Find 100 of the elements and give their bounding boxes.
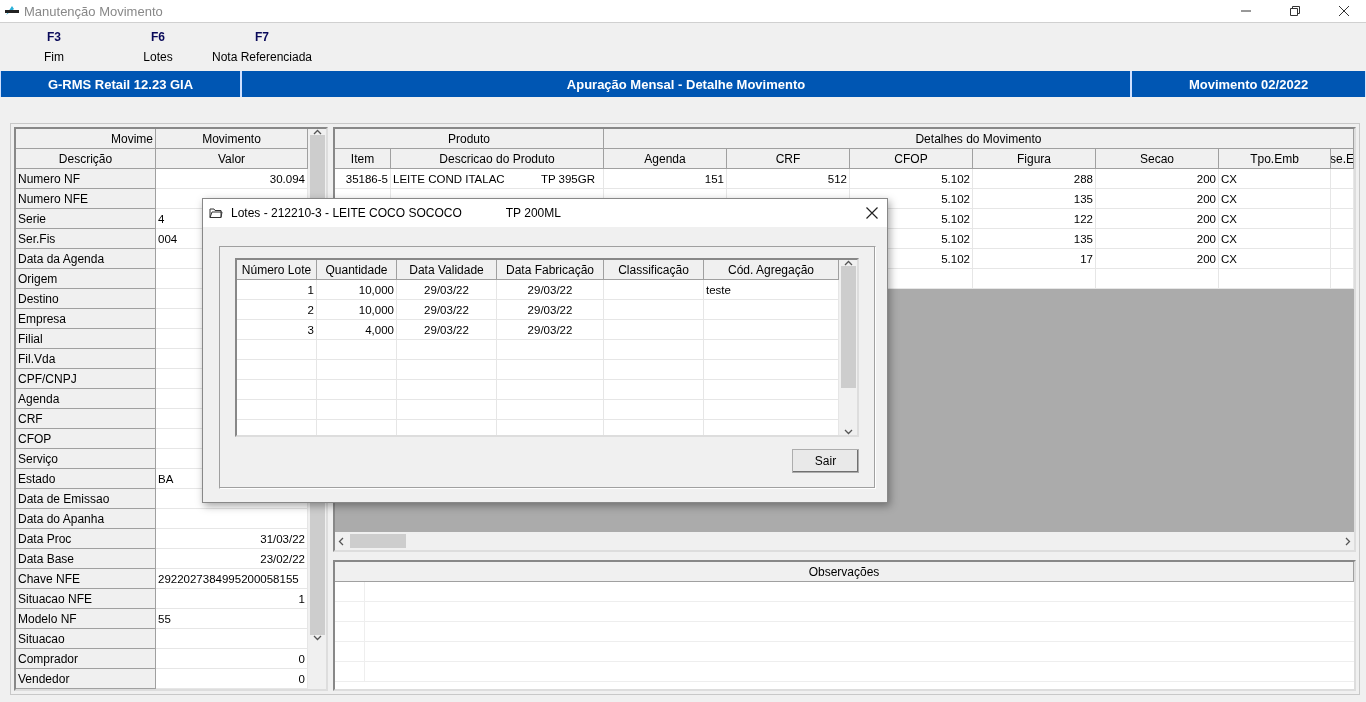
row-label: Situacao xyxy=(16,629,156,649)
toolbar-button[interactable]: F7 Nota Referenciada xyxy=(210,29,314,64)
column-header[interactable]: Item xyxy=(335,149,391,169)
table-cell: 29/03/22 xyxy=(497,300,604,320)
row-label: Estado xyxy=(16,469,156,489)
row-label: Data de Emissao xyxy=(16,489,156,509)
table-cell: CX xyxy=(1219,229,1331,249)
table-cell: 35186-5 xyxy=(335,169,391,189)
restore-icon[interactable] xyxy=(1289,6,1300,16)
column-header[interactable]: Figura xyxy=(973,149,1096,169)
row-label: Chave NFE xyxy=(16,569,156,589)
exit-button[interactable]: Sair xyxy=(792,449,859,473)
column-header[interactable]: se.E xyxy=(1331,149,1354,169)
table-cell: 288 xyxy=(973,169,1096,189)
table-cell: 200 xyxy=(1096,189,1219,209)
toolbar-button[interactable]: F6 Lotes xyxy=(106,29,210,64)
row-label: Data Proc xyxy=(16,529,156,549)
column-group-header: Produto xyxy=(335,129,604,149)
table-cell: 55 xyxy=(156,609,308,629)
column-header[interactable]: Cód. Agregação xyxy=(704,260,839,280)
table-cell: 30.094 xyxy=(156,169,308,189)
row-label: Data da Agenda xyxy=(16,249,156,269)
scroll-down-icon[interactable] xyxy=(312,635,322,641)
table-cell xyxy=(1331,209,1354,229)
period-label: Movimento 02/2022 xyxy=(1131,71,1366,97)
column-header[interactable]: CRF xyxy=(727,149,850,169)
row-label: Empresa xyxy=(16,309,156,329)
row-label: Situacao NFE xyxy=(16,589,156,609)
row-label: Data do Apanha xyxy=(16,509,156,529)
table-cell: 29/03/22 xyxy=(497,320,604,340)
table-cell: 17 xyxy=(973,249,1096,269)
column-header[interactable]: Número Lote xyxy=(237,260,317,280)
row-label: Ser.Fis xyxy=(16,229,156,249)
table-cell: teste xyxy=(704,280,839,300)
product-description: LEITE COND ITALAC xyxy=(393,172,505,185)
column-header[interactable]: Tpo.Emb xyxy=(1219,149,1331,169)
row-label: Agenda xyxy=(16,389,156,409)
row-label: Vendedor xyxy=(16,669,156,689)
table-cell: 151 xyxy=(604,169,727,189)
table-cell: 10,000 xyxy=(317,300,397,320)
table-cell: 3 xyxy=(237,320,317,340)
row-label: Fil.Vda xyxy=(16,349,156,369)
row-label: CPF/CNPJ xyxy=(16,369,156,389)
app-logo-icon xyxy=(4,5,20,17)
table-cell: 512 xyxy=(727,169,850,189)
row-label: Filial xyxy=(16,329,156,349)
scroll-up-icon[interactable] xyxy=(312,129,322,135)
close-icon[interactable] xyxy=(1338,6,1349,16)
column-header: Observações xyxy=(335,562,1354,582)
column-header[interactable]: Agenda xyxy=(604,149,727,169)
row-label: Origem xyxy=(16,269,156,289)
product-package: TP 395GR xyxy=(540,172,595,185)
column-header[interactable]: Data Validade xyxy=(397,260,497,280)
scroll-down-icon[interactable] xyxy=(843,429,853,435)
column-header[interactable]: Descricao do Produto xyxy=(391,149,604,169)
row-label: Numero NFE xyxy=(16,189,156,209)
table-cell: 23/02/22 xyxy=(156,549,308,569)
toolbar-button[interactable]: F3 Fim xyxy=(2,29,106,64)
table-cell: CX xyxy=(1219,169,1331,189)
table-cell: 200 xyxy=(1096,169,1219,189)
window-title: Manutenção Movimento xyxy=(24,3,164,19)
column-header[interactable]: Secao xyxy=(1096,149,1219,169)
table-cell: CX xyxy=(1219,189,1331,209)
column-header[interactable]: Valor xyxy=(156,149,308,169)
table-cell: 135 xyxy=(973,229,1096,249)
row-label: Serviço xyxy=(16,449,156,469)
table-cell: 5.102 xyxy=(850,169,973,189)
table-cell xyxy=(1331,189,1354,209)
scrollbar-thumb[interactable] xyxy=(350,534,406,548)
table-cell: 2 xyxy=(237,300,317,320)
table-cell: 200 xyxy=(1096,209,1219,229)
table-cell: 1 xyxy=(156,589,308,609)
column-group-header: Movime xyxy=(16,129,156,149)
row-label: Destino xyxy=(16,289,156,309)
table-cell: 135 xyxy=(973,189,1096,209)
scroll-right-icon[interactable] xyxy=(1345,536,1351,546)
row-label: CFOP xyxy=(16,429,156,449)
column-header[interactable]: CFOP xyxy=(850,149,973,169)
table-cell: 29/03/22 xyxy=(397,280,497,300)
table-cell xyxy=(1331,269,1354,289)
screen-title: Apuração Mensal - Detalhe Movimento xyxy=(241,71,1131,97)
table-cell: CX xyxy=(1219,209,1331,229)
column-header[interactable]: Quantidade xyxy=(317,260,397,280)
scroll-up-icon[interactable] xyxy=(843,260,853,266)
dialog-subtitle: TP 200ML xyxy=(505,206,561,220)
row-label: Serie xyxy=(16,209,156,229)
scrollbar-thumb[interactable] xyxy=(840,266,856,388)
table-cell: 31/03/22 xyxy=(156,529,308,549)
column-header[interactable]: Descrição xyxy=(16,149,156,169)
column-group-header: Movimento xyxy=(156,129,308,149)
table-cell: 122 xyxy=(973,209,1096,229)
scroll-left-icon[interactable] xyxy=(338,536,344,546)
table-cell: 29/03/22 xyxy=(397,320,497,340)
table-cell: CX xyxy=(1219,249,1331,269)
column-header[interactable]: Classificação xyxy=(604,260,704,280)
table-cell xyxy=(1331,169,1354,189)
column-header[interactable]: Data Fabricação xyxy=(497,260,604,280)
table-cell: 200 xyxy=(1096,229,1219,249)
table-cell: 1 xyxy=(237,280,317,300)
column-group-header: Detalhes do Movimento xyxy=(604,129,1354,149)
